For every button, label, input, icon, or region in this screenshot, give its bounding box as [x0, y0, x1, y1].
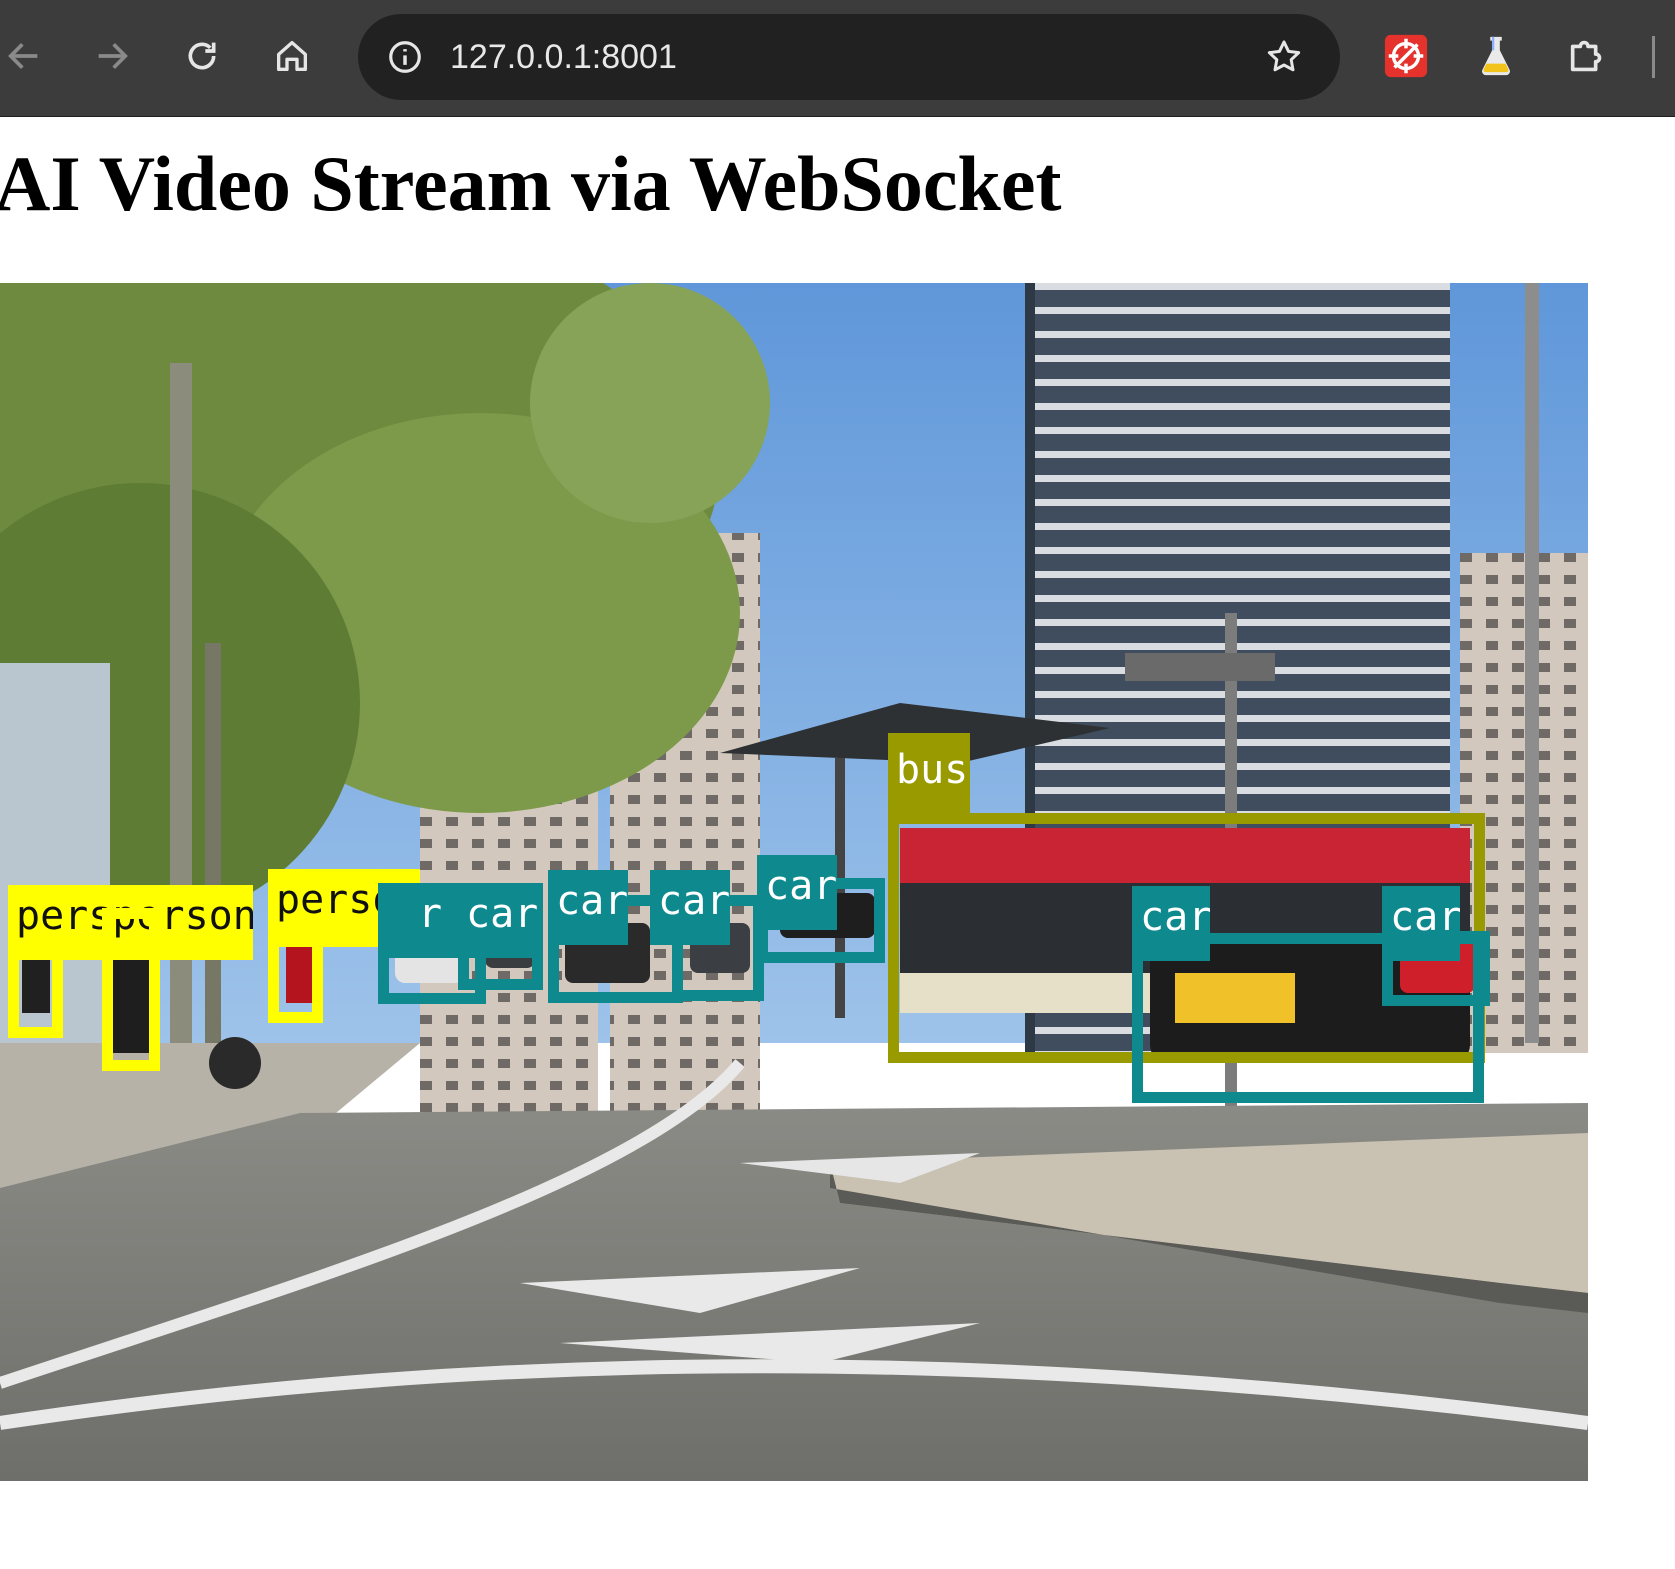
car-detection-label-1: r — [378, 883, 458, 958]
reload-icon — [188, 42, 216, 70]
car-detection-label-6: car — [1132, 886, 1210, 961]
car-detection-label-4: car — [650, 870, 730, 945]
extension-red-button[interactable] — [1378, 28, 1434, 84]
info-circle-icon — [389, 41, 421, 73]
reload-button[interactable] — [172, 26, 232, 86]
browser-toolbar: 127.0.0.1:8001 — [0, 0, 1675, 117]
home-button[interactable] — [262, 26, 322, 86]
extensions-button[interactable] — [1560, 28, 1616, 84]
bookmark-button[interactable] — [1254, 27, 1314, 87]
forward-button[interactable] — [82, 26, 142, 86]
car-detection-label-5: car — [757, 855, 837, 930]
car-detection-label-3: car — [548, 870, 628, 945]
site-info-button[interactable] — [376, 28, 434, 86]
page-title: AI Video Stream via WebSocket — [0, 140, 1062, 227]
red-crosshair-extension-icon — [1384, 34, 1428, 78]
url-text[interactable]: 127.0.0.1:8001 — [450, 36, 677, 78]
flask-extension-icon — [1482, 36, 1510, 76]
star-icon — [1267, 40, 1301, 72]
bus-detection-label: bus — [888, 733, 970, 818]
home-icon — [277, 41, 307, 72]
address-bar[interactable]: 127.0.0.1:8001 — [358, 14, 1340, 100]
arrow-right-icon — [98, 43, 128, 69]
person-detection-box-2 — [102, 908, 160, 1071]
car-detection-label-2: car — [458, 883, 543, 958]
arrow-left-icon — [8, 43, 38, 69]
puzzle-piece-icon — [1570, 40, 1602, 72]
toolbar-divider — [1652, 36, 1655, 78]
extension-flask-button[interactable] — [1468, 28, 1524, 84]
back-button[interactable] — [0, 26, 54, 86]
car-detection-label-7: car — [1382, 886, 1460, 961]
video-stream-frame: persperson person r car car car car bus … — [0, 283, 1588, 1481]
